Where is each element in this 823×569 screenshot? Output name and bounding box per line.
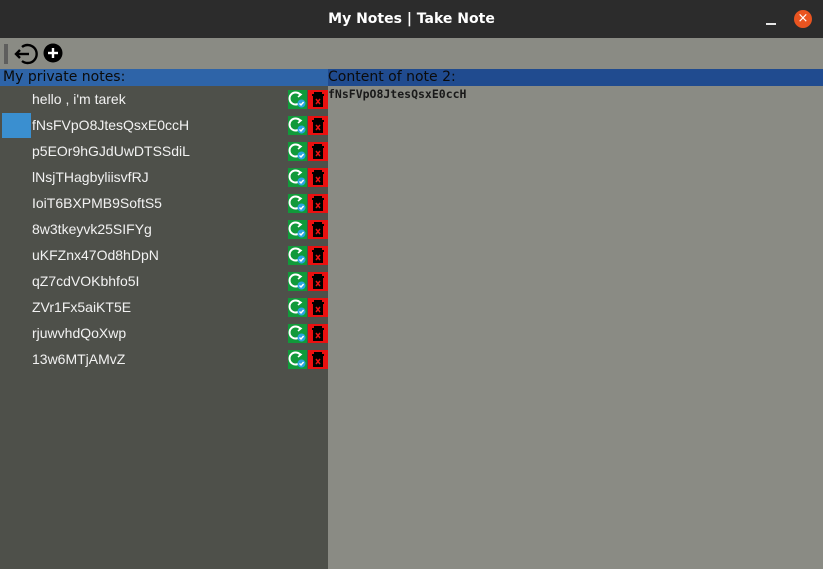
note-list-item[interactable]: ZVr1Fx5aiKT5E — [0, 294, 328, 320]
note-list-item[interactable]: qZ7cdVOKbhfo5I — [0, 268, 328, 294]
note-title[interactable]: 8w3tkeyvk25SIFYg — [32, 216, 152, 242]
note-title[interactable]: uKFZnx47Od8hDpN — [32, 242, 159, 268]
note-title[interactable]: rjuwvhdQoXwp — [32, 320, 126, 346]
logout-arrow-icon[interactable] — [13, 41, 39, 67]
note-list-item[interactable]: uKFZnx47Od8hDpN — [0, 242, 328, 268]
note-title[interactable]: qZ7cdVOKbhfo5I — [32, 268, 139, 294]
delete-note-icon[interactable] — [308, 194, 328, 213]
open-note-icon[interactable] — [288, 90, 307, 109]
title-bar: My Notes | Take Note × — [0, 0, 823, 38]
delete-note-icon[interactable] — [308, 324, 328, 343]
minimize-button[interactable] — [763, 11, 779, 27]
delete-note-icon[interactable] — [308, 298, 328, 317]
open-note-icon[interactable] — [288, 350, 307, 369]
note-content-panel: Content of note 2: fNsFVpO8JtesQsxE0ccH — [328, 69, 823, 569]
note-list: hello , i'm tarek fNsFVpO8JtesQsxE0ccH p5E… — [0, 86, 328, 372]
delete-note-icon[interactable] — [308, 168, 328, 187]
delete-note-icon[interactable] — [308, 142, 328, 161]
note-list-item[interactable]: 13w6MTjAMvZ — [0, 346, 328, 372]
open-note-icon[interactable] — [288, 246, 307, 265]
note-title[interactable]: 13w6MTjAMvZ — [32, 346, 125, 372]
open-note-icon[interactable] — [288, 324, 307, 343]
open-note-icon[interactable] — [288, 142, 307, 161]
delete-note-icon[interactable] — [308, 220, 328, 239]
note-title[interactable]: IoiT6BXPMB9SoftS5 — [32, 190, 162, 216]
notes-panel-header: My private notes: — [0, 69, 328, 86]
open-note-icon[interactable] — [288, 194, 307, 213]
note-title[interactable]: fNsFVpO8JtesQsxE0ccH — [32, 112, 189, 138]
note-content-header: Content of note 2: — [328, 69, 823, 86]
open-note-icon[interactable] — [288, 220, 307, 239]
toolbar-grip-icon[interactable] — [4, 44, 8, 64]
plus-circle-icon[interactable] — [43, 43, 63, 63]
delete-note-icon[interactable] — [308, 90, 328, 109]
notes-panel: My private notes: hello , i'm tarek fNsFV… — [0, 69, 328, 569]
delete-note-icon[interactable] — [308, 246, 328, 265]
note-content-text[interactable]: fNsFVpO8JtesQsxE0ccH — [328, 87, 466, 101]
note-list-item[interactable]: 8w3tkeyvk25SIFYg — [0, 216, 328, 242]
open-note-icon[interactable] — [288, 298, 307, 317]
note-title[interactable]: lNsjTHagbyliisvfRJ — [32, 164, 149, 190]
note-title[interactable]: hello , i'm tarek — [32, 86, 126, 112]
minimize-icon — [766, 23, 776, 25]
note-list-item[interactable]: rjuwvhdQoXwp — [0, 320, 328, 346]
note-list-item[interactable]: p5EOr9hGJdUwDTSSdiL — [0, 138, 328, 164]
note-title[interactable]: ZVr1Fx5aiKT5E — [32, 294, 131, 320]
window-title: My Notes | Take Note — [328, 11, 495, 27]
open-note-icon[interactable] — [288, 272, 307, 291]
delete-note-icon[interactable] — [308, 272, 328, 291]
close-button[interactable]: × — [794, 10, 812, 28]
delete-note-icon[interactable] — [308, 350, 328, 369]
open-note-icon[interactable] — [288, 116, 307, 135]
note-list-item[interactable]: hello , i'm tarek — [0, 86, 328, 112]
note-title[interactable]: p5EOr9hGJdUwDTSSdiL — [32, 138, 190, 164]
note-list-item[interactable]: lNsjTHagbyliisvfRJ — [0, 164, 328, 190]
open-note-icon[interactable] — [288, 168, 307, 187]
note-list-item[interactable]: IoiT6BXPMB9SoftS5 — [0, 190, 328, 216]
selection-indicator — [2, 113, 31, 138]
toolbar — [0, 38, 823, 69]
note-list-item[interactable]: fNsFVpO8JtesQsxE0ccH — [0, 112, 328, 138]
delete-note-icon[interactable] — [308, 116, 328, 135]
